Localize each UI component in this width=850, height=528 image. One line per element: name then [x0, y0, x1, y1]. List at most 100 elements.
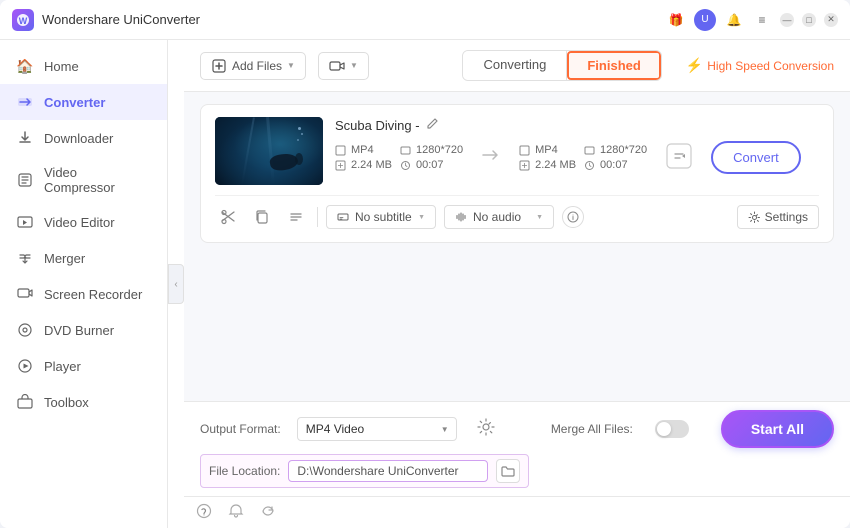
sidebar-item-merger[interactable]: Merger — [0, 240, 167, 276]
sidebar-label-downloader: Downloader — [44, 131, 113, 146]
sidebar-label-converter: Converter — [44, 95, 105, 110]
editor-icon — [16, 213, 34, 231]
subtitle-label: No subtitle — [355, 210, 412, 224]
sidebar-item-player[interactable]: Player — [0, 348, 167, 384]
convert-settings-icon[interactable] — [477, 418, 495, 441]
file-info: Scuba Diving - — [335, 117, 819, 174]
merge-toggle[interactable] — [655, 420, 689, 438]
target-format-line: MP4 — [519, 144, 576, 156]
title-bar: W Wondershare UniConverter 🎁 U 🔔 ≡ — □ ✕ — [0, 0, 850, 40]
target-format-group: MP4 2.24 MB — [519, 144, 576, 171]
sidebar-collapse-button[interactable]: ‹ — [168, 264, 184, 304]
subtitle-dropdown-icon: ▼ — [418, 214, 425, 221]
toggle-knob — [657, 422, 671, 436]
divider-1 — [317, 207, 318, 227]
convert-arrow-icon — [479, 145, 503, 170]
file-location-input[interactable]: D:\Wondershare UniConverter — [288, 460, 488, 482]
format-row: MP4 2.24 MB — [335, 141, 819, 174]
file-thumbnail — [215, 117, 323, 185]
tab-converting-label: Converting — [483, 57, 546, 72]
target-format: MP4 — [535, 144, 558, 156]
status-bar — [184, 496, 850, 528]
app-title: Wondershare UniConverter — [42, 12, 666, 27]
file-location-label: File Location: — [209, 464, 280, 478]
format-change-icon[interactable] — [665, 142, 693, 173]
bottom-bar: Output Format: MP4 Video Merge All Files… — [184, 401, 850, 496]
recorder-icon — [16, 285, 34, 303]
bottom-row-2: File Location: D:\Wondershare UniConvert… — [200, 454, 529, 488]
sidebar-label-dvd: DVD Burner — [44, 323, 114, 338]
bell-icon[interactable]: 🔔 — [724, 10, 744, 30]
sidebar-label-toolbox: Toolbox — [44, 395, 89, 410]
sidebar-item-toolbox[interactable]: Toolbox — [0, 384, 167, 420]
list-icon-button[interactable] — [283, 204, 309, 230]
sidebar-label-editor: Video Editor — [44, 215, 115, 230]
source-duration: 00:07 — [416, 159, 444, 171]
file-item-top: Scuba Diving - — [215, 117, 819, 185]
notification-icon[interactable] — [228, 503, 244, 522]
start-all-button[interactable]: Start All — [721, 410, 834, 448]
source-dur-line: 00:07 — [400, 159, 463, 171]
high-speed-conversion[interactable]: ⚡ High Speed Conversion — [686, 57, 834, 74]
sidebar-item-video-editor[interactable]: Video Editor — [0, 204, 167, 240]
refresh-icon[interactable] — [260, 503, 276, 522]
camera-dropdown-icon: ▼ — [350, 61, 358, 70]
audio-select[interactable]: No audio ▼ — [444, 205, 554, 229]
convert-button[interactable]: Convert — [711, 141, 801, 174]
cut-icon-button[interactable] — [215, 204, 241, 230]
merger-icon — [16, 249, 34, 267]
edit-filename-icon[interactable] — [426, 117, 439, 133]
content-area: Add Files ▼ ▼ Converting Finished — [184, 40, 850, 528]
sidebar-label-player: Player — [44, 359, 81, 374]
main-layout: 🏠 Home Converter Downloader — [0, 40, 850, 528]
sidebar-label-recorder: Screen Recorder — [44, 287, 142, 302]
help-icon[interactable] — [196, 503, 212, 522]
high-speed-label: High Speed Conversion — [707, 59, 834, 73]
gift-icon[interactable]: 🎁 — [666, 10, 686, 30]
sidebar-item-home[interactable]: 🏠 Home — [0, 48, 167, 84]
sidebar-item-converter[interactable]: Converter — [0, 84, 167, 120]
output-format-label: Output Format: — [200, 422, 281, 436]
tab-converting[interactable]: Converting — [463, 51, 567, 80]
tab-finished[interactable]: Finished — [567, 51, 660, 80]
user-avatar[interactable]: U — [694, 9, 716, 31]
audio-dropdown-icon: ▼ — [536, 214, 543, 221]
output-format-select-wrap[interactable]: MP4 Video — [297, 417, 457, 441]
sidebar-item-downloader[interactable]: Downloader — [0, 120, 167, 156]
toolbox-icon — [16, 393, 34, 411]
bottom-row-1: Output Format: MP4 Video Merge All Files… — [200, 410, 834, 448]
folder-browse-button[interactable] — [496, 459, 520, 483]
menu-icon[interactable]: ≡ — [752, 10, 772, 30]
settings-button[interactable]: Settings — [737, 205, 819, 229]
source-format: MP4 — [351, 144, 374, 156]
sidebar-item-dvd-burner[interactable]: DVD Burner — [0, 312, 167, 348]
minimize-button[interactable]: — — [780, 13, 794, 27]
dvd-icon — [16, 321, 34, 339]
add-files-button[interactable]: Add Files ▼ — [200, 52, 306, 80]
file-name: Scuba Diving - — [335, 118, 420, 133]
target-size: 2.24 MB — [535, 159, 576, 171]
source-size: 2.24 MB — [351, 159, 392, 171]
player-icon — [16, 357, 34, 375]
sidebar-item-screen-recorder[interactable]: Screen Recorder — [0, 276, 167, 312]
sidebar-label-merger: Merger — [44, 251, 85, 266]
sidebar-item-video-compressor[interactable]: Video Compressor — [0, 156, 167, 204]
target-resolution: 1280*720 — [600, 144, 647, 156]
maximize-button[interactable]: □ — [802, 13, 816, 27]
converter-icon — [16, 93, 34, 111]
app-window: W Wondershare UniConverter 🎁 U 🔔 ≡ — □ ✕… — [0, 0, 850, 528]
target-res-line: 1280*720 — [584, 144, 647, 156]
file-item: Scuba Diving - — [200, 104, 834, 243]
file-name-row: Scuba Diving - — [335, 117, 819, 133]
add-files-dropdown-icon: ▼ — [287, 61, 295, 70]
copy-icon-button[interactable] — [249, 204, 275, 230]
downloader-icon — [16, 129, 34, 147]
add-camera-button[interactable]: ▼ — [318, 52, 369, 80]
subtitle-select[interactable]: No subtitle ▼ — [326, 205, 436, 229]
add-files-label: Add Files — [232, 59, 282, 73]
close-button[interactable]: ✕ — [824, 13, 838, 27]
bolt-icon: ⚡ — [686, 57, 703, 74]
info-button[interactable] — [562, 206, 584, 228]
output-format-select[interactable]: MP4 Video — [297, 417, 457, 441]
source-format-group: MP4 2.24 MB — [335, 144, 392, 171]
